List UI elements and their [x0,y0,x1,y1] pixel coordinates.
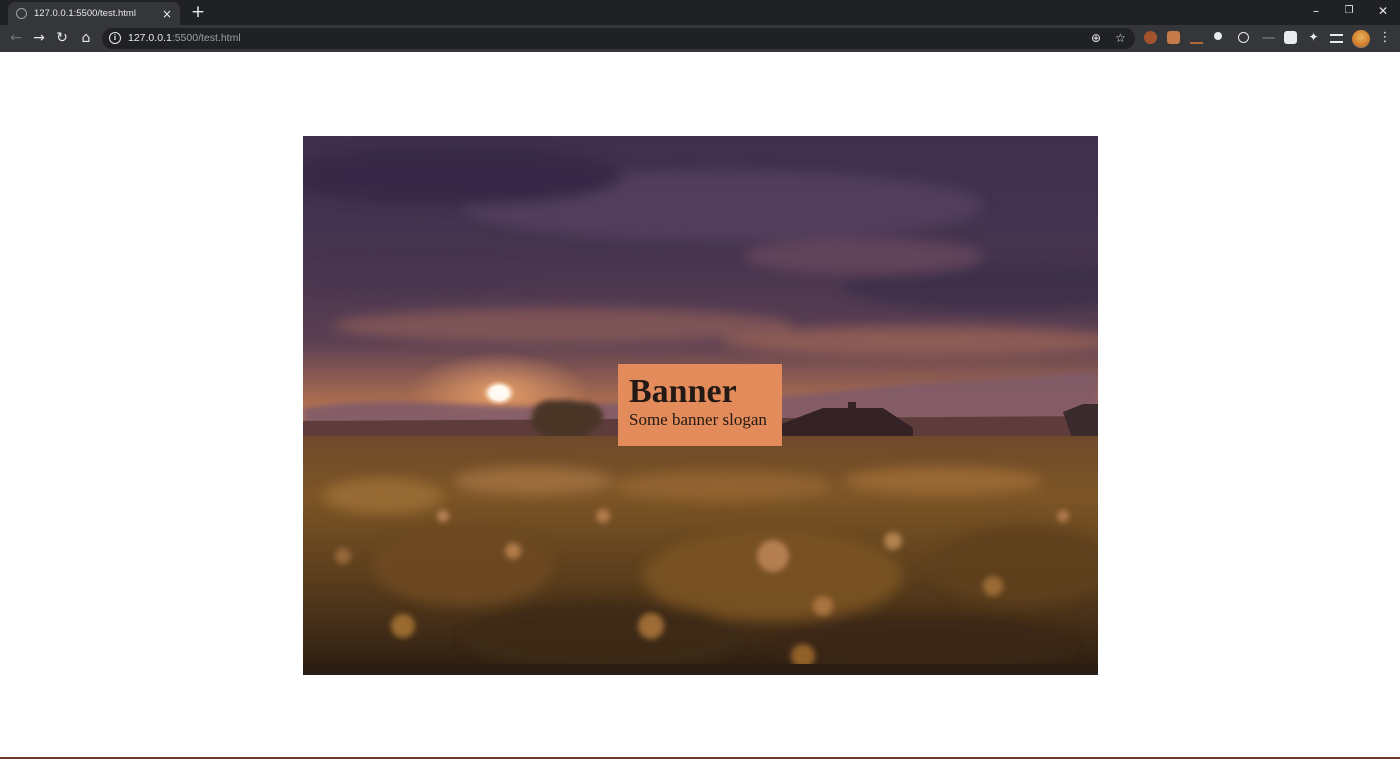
puzzle-icon[interactable]: ✦ [1307,31,1320,44]
banner-caption: Banner Some banner slogan [618,364,782,446]
maximize-button[interactable]: ❐ [1339,3,1359,19]
zoom-icon[interactable]: ⊕ [1091,31,1101,46]
close-window-button[interactable]: ✕ [1373,3,1393,19]
chart-icon[interactable] [1190,33,1203,44]
banner-image: Banner Some banner slogan [303,136,1098,675]
reading-list-icon[interactable] [1330,34,1343,43]
new-tab-button[interactable]: + [189,3,207,21]
reload-button[interactable]: ↻ [53,29,71,47]
shield-icon[interactable] [1167,31,1180,44]
globe-icon [16,8,27,19]
url-path: :5500/test.html [171,32,241,44]
tab-title: 127.0.0.1:5500/test.html [34,8,136,19]
banner-slogan: Some banner slogan [629,410,767,429]
back-button[interactable]: ← [7,29,25,47]
site-info-icon[interactable]: i [109,32,121,44]
browser-toolbar: ← → ↻ ⌂ i 127.0.0.1:5500/test.html ⊕ ☆ ✦… [0,25,1400,52]
address-bar[interactable]: i 127.0.0.1:5500/test.html ⊕ ☆ [102,28,1135,49]
browser-titlebar: 127.0.0.1:5500/test.html × + – ❐ ✕ [0,0,1400,25]
tab-close-icon[interactable]: × [162,8,172,20]
dot-icon[interactable] [1214,32,1222,40]
browser-menu-icon[interactable]: ⋮ [1378,30,1392,46]
dash-icon[interactable] [1262,37,1275,39]
home-button[interactable]: ⌂ [77,29,95,47]
music-icon[interactable] [1284,31,1297,44]
banner-title: Banner [629,373,737,410]
profile-avatar[interactable] [1352,30,1370,48]
url-text[interactable]: 127.0.0.1:5500/test.html [128,32,241,44]
forward-button[interactable]: → [30,29,48,47]
minimize-button[interactable]: – [1306,3,1326,19]
bookmark-star-icon[interactable]: ☆ [1115,31,1126,46]
url-host: 127.0.0.1 [128,32,172,44]
ublock-icon[interactable] [1144,31,1157,44]
tab-active[interactable]: 127.0.0.1:5500/test.html × [8,2,180,25]
react-icon[interactable] [1238,32,1249,43]
